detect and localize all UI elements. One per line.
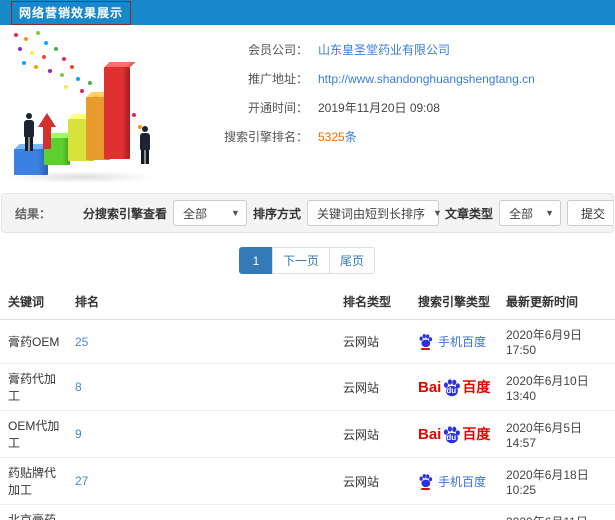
header-bar: 网络营销效果展示	[0, 0, 615, 25]
keyword-cell: 膏药OEM	[8, 335, 60, 349]
baidu-paw-icon	[418, 333, 433, 350]
chart-bar-red	[104, 67, 130, 159]
filter-group: 分搜索引擎查看 全部 ▼ 排序方式 关键词由短到长排序 ▼ 文章类型 全部 ▼ …	[83, 200, 613, 226]
ranking-count-unit: 条	[344, 130, 357, 144]
confetti-dots	[14, 33, 18, 37]
baidu-logo-bai: Bai	[418, 378, 442, 396]
ranking-count-value: 5325条	[318, 128, 357, 145]
chevron-down-icon: ▼	[433, 208, 442, 218]
col-keyword: 关键词	[8, 295, 45, 309]
baidu-paw-icon: du	[442, 425, 461, 444]
engine-filter-label: 分搜索引擎查看	[82, 206, 167, 221]
rank-link[interactable]: 25	[75, 335, 88, 349]
sort-filter-select[interactable]: 关键词由短到长排序 ▼	[306, 200, 442, 226]
info-section: 会员公司： 山东皇圣堂药业有限公司 推广地址： http://www.shand…	[0, 25, 615, 191]
member-company-label: 会员公司：	[247, 43, 308, 57]
businessman-figure-right	[138, 126, 152, 164]
growth-arrow-icon	[38, 113, 56, 149]
baidu-paw-icon: du	[442, 378, 461, 397]
title-annotation-box: 网络营销效果展示	[11, 0, 132, 25]
info-fields: 会员公司： 山东皇圣堂药业有限公司 推广地址： http://www.shand…	[188, 25, 615, 191]
mobile-baidu-badge: 手机百度	[418, 473, 498, 490]
table-row: 药贴牌代加工 27 云网站 手机百度 2020年6月18日 10:25	[0, 458, 615, 505]
next-page-button[interactable]: 下一页	[271, 247, 330, 274]
type-filter-select[interactable]: 全部 ▼	[499, 200, 561, 226]
promo-url-row: 推广地址： http://www.shandonghuangshengtang.…	[188, 64, 615, 93]
rank-link[interactable]: 27	[75, 474, 88, 488]
rank-type-cell: 云网站	[343, 427, 380, 442]
table-row: 膏药OEM 25 云网站 手机百度 2020年6月9日 17:50	[0, 320, 615, 364]
rank-type-cell: 云网站	[343, 335, 380, 349]
result-label: 结果：	[15, 206, 52, 221]
type-filter-label: 文章类型	[444, 206, 493, 221]
open-time-value: 2019年11月20日 09:08	[318, 101, 440, 115]
marketing-report-page: 网络营销效果展示 会员公司： 山东皇圣堂药业有限公司 推广地址： http://…	[0, 0, 615, 520]
chevron-down-icon: ▼	[545, 208, 554, 218]
baidu-logo-cn: 百度	[462, 379, 491, 395]
rank-link[interactable]: 8	[75, 380, 82, 394]
col-rank-type: 排名类型	[343, 295, 392, 309]
filter-bar: 结果： 分搜索引擎查看 全部 ▼ 排序方式 关键词由短到长排序 ▼ 文章类型 全…	[1, 193, 614, 233]
updated-cell: 2020年6月5日 14:57	[506, 420, 583, 450]
baidu-logo-cn: 百度	[462, 426, 491, 442]
baidu-logo: Bai du 百度	[418, 424, 498, 444]
chart-bar-blue	[14, 149, 48, 175]
sort-filter-label: 排序方式	[252, 206, 301, 221]
updated-cell: 2020年6月10日 13:40	[506, 373, 589, 403]
keyword-cell: 膏药代加工	[8, 372, 57, 403]
open-time-row: 开通时间： 2019年11月20日 09:08	[188, 93, 615, 122]
updated-cell: 2020年6月9日 17:50	[506, 328, 583, 357]
table-row: 北京膏药贴牌 1 云网站 Bai du 百度 202	[0, 505, 615, 520]
member-company-link[interactable]: 山东皇圣堂药业有限公司	[318, 41, 450, 58]
chevron-down-icon: ▼	[231, 208, 240, 218]
table-row: OEM代加工 9 云网站 Bai du 百度 2020年6月5日 14:57	[0, 411, 615, 458]
table-header-row: 关键词 排名 排名类型 搜索引擎类型 最新更新时间	[0, 284, 615, 320]
baidu-logo-du: du	[446, 385, 457, 395]
engine-filter-select[interactable]: 全部 ▼	[172, 200, 247, 226]
mobile-baidu-badge: 手机百度	[418, 333, 498, 350]
page-1-button[interactable]: 1	[238, 247, 273, 274]
updated-cell: 2020年6月11日 11:18	[498, 505, 615, 520]
col-updated: 最新更新时间	[506, 295, 579, 309]
rank-link[interactable]: 9	[75, 427, 82, 441]
member-company-row: 会员公司： 山东皇圣堂药业有限公司	[188, 35, 615, 64]
bar-chart-illustration	[0, 25, 188, 191]
col-engine-type: 搜索引擎类型	[418, 295, 491, 309]
baidu-paw-icon	[418, 473, 433, 490]
engine-filter-value: 全部	[182, 206, 207, 221]
rank-type-cell: 云网站	[343, 474, 380, 489]
pagination: 1 下一页 尾页	[0, 247, 615, 274]
table-row: 膏药代加工 8 云网站 Bai du 百度 2020年6月10日 13:40	[0, 364, 615, 411]
businessman-figure-left	[22, 113, 36, 151]
type-filter-value: 全部	[509, 206, 534, 221]
page-title: 网络营销效果展示	[19, 5, 124, 20]
ranking-count-row: 搜索引擎排名： 5325条	[188, 122, 615, 151]
results-table: 关键词 排名 排名类型 搜索引擎类型 最新更新时间 膏药OEM 25 云网站 手…	[0, 284, 615, 520]
ranking-count-number: 5325	[318, 130, 345, 144]
baidu-logo-bai: Bai	[418, 425, 442, 443]
mobile-baidu-label: 手机百度	[438, 335, 487, 349]
submit-button[interactable]: 提交	[567, 200, 613, 226]
rank-type-cell: 云网站	[343, 380, 380, 395]
last-page-button[interactable]: 尾页	[329, 247, 376, 274]
rank-type-cell: 云网站	[335, 505, 410, 520]
keyword-cell: 北京膏药贴牌	[8, 513, 57, 520]
mobile-baidu-label: 手机百度	[438, 474, 487, 489]
keyword-cell: 药贴牌代加工	[8, 466, 57, 497]
col-rank: 排名	[75, 295, 100, 309]
baidu-logo: Bai du 百度	[418, 377, 498, 397]
open-time-label: 开通时间：	[247, 101, 308, 115]
promo-url-link[interactable]: http://www.shandonghuangshengtang.cn	[318, 72, 535, 86]
ranking-count-label: 搜索引擎排名：	[223, 130, 308, 144]
promo-url-label: 推广地址：	[247, 72, 308, 86]
baidu-logo-du: du	[446, 432, 457, 442]
keyword-cell: OEM代加工	[8, 419, 60, 450]
sort-filter-value: 关键词由短到长排序	[316, 206, 425, 221]
updated-cell: 2020年6月18日 10:25	[506, 467, 589, 497]
